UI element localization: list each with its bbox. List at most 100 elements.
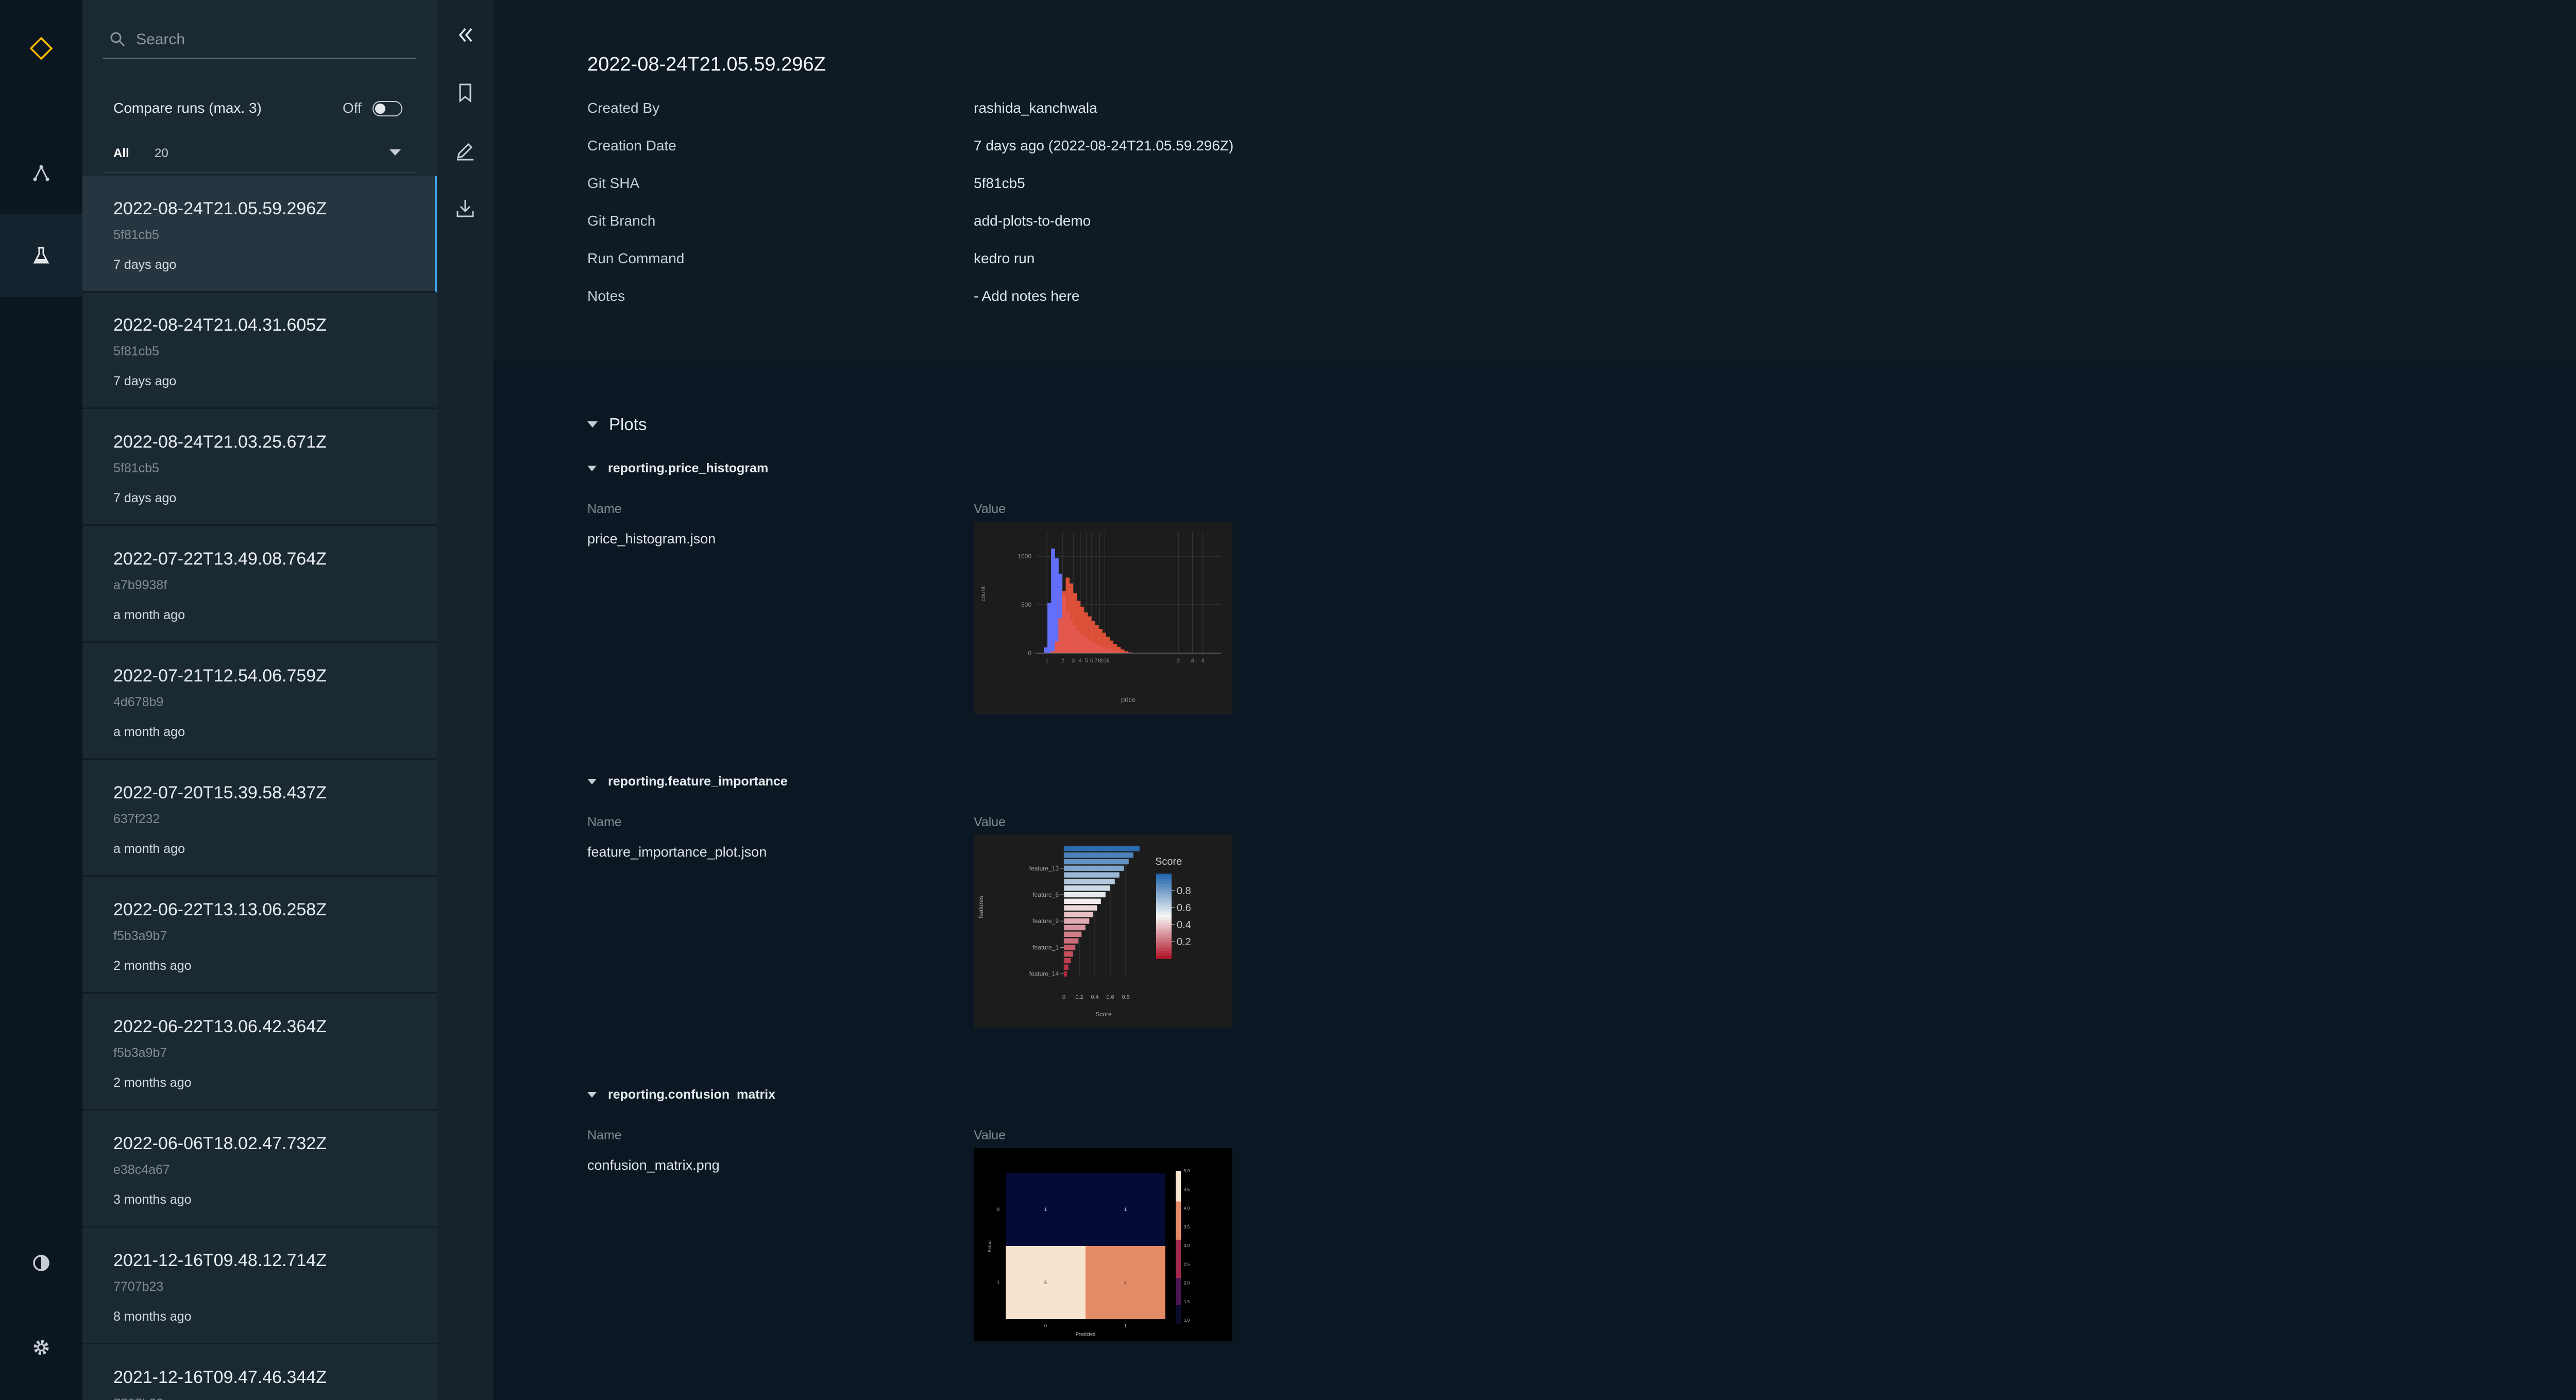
- colorbar-segment: [1176, 1243, 1181, 1248]
- histogram-bar: [1102, 633, 1106, 653]
- price-histogram-plot[interactable]: 0 500 1000 1 2 3 4 5 6 7 8 10k 2 3 4 price count: [974, 522, 1232, 714]
- colorbar-segment: [1176, 1251, 1181, 1256]
- run-sha: 637f232: [113, 812, 160, 826]
- search-icon: [110, 32, 125, 47]
- colorbar-segment: [1176, 1247, 1181, 1252]
- experiment-flask-icon[interactable]: [0, 214, 82, 297]
- kedro-logo-icon[interactable]: [0, 7, 82, 90]
- colorbar-segment: [1156, 899, 1172, 902]
- run-title: 2022-08-24T21.03.25.671Z: [113, 432, 327, 452]
- meta-value: 7 days ago (2022-08-24T21.05.59.296Z): [974, 138, 1234, 153]
- colorbar-segment: [1156, 933, 1172, 936]
- colorbar-segment: [1156, 879, 1172, 882]
- dataset-file-name: feature_importance_plot.json: [587, 844, 767, 860]
- confusion-matrix-image[interactable]: 1 1 5 4 0 1 0 1 Predicted Actual 5.0 4.5 4.0 3.5 3.0 2.…: [974, 1148, 1232, 1341]
- run-details-main: 2022-08-24T21.05.59.296Z Created By rash…: [494, 0, 2576, 1400]
- search-input[interactable]: [135, 26, 405, 54]
- x-tick-label: 0: [1062, 994, 1065, 1000]
- x-tick-label: 0.8: [1122, 994, 1129, 1000]
- x-axis-label: Score: [1095, 1011, 1112, 1018]
- colorbar-segment: [1156, 951, 1172, 954]
- notes-editable[interactable]: - Add notes here: [974, 288, 1079, 304]
- colorbar-tick-label: 0.2: [1177, 936, 1191, 948]
- dataset-title: reporting.confusion_matrix: [608, 1087, 776, 1102]
- bookmark-icon[interactable]: [450, 77, 481, 108]
- meta-name: Git SHA: [587, 175, 640, 191]
- importance-bar: [1063, 872, 1120, 878]
- colorbar-segment: [1156, 897, 1172, 900]
- colorbar-segment: [1156, 902, 1172, 905]
- run-item[interactable]: 2022-08-24T21.04.31.605Z 5f81cb5 7 days …: [82, 293, 437, 409]
- histogram-bar: [1055, 558, 1059, 653]
- value-column-header: Value: [974, 502, 1006, 516]
- theme-contrast-icon[interactable]: [0, 1222, 82, 1304]
- histogram-bar: [1069, 583, 1074, 653]
- run-sha: 7707b23: [113, 1279, 164, 1294]
- chevron-down-icon: [587, 779, 597, 784]
- run-item[interactable]: 2022-07-21T12.54.06.759Z 4d678b9 a month…: [82, 643, 437, 760]
- run-item[interactable]: 2022-06-22T13.06.42.364Z f5b3a9b7 2 mont…: [82, 994, 437, 1111]
- colorbar-segment: [1176, 1171, 1181, 1175]
- histogram-bar: [1116, 646, 1121, 653]
- colorbar-segment: [1156, 892, 1172, 895]
- run-item[interactable]: 2021-12-16T09.47.46.344Z 7707b23: [82, 1345, 437, 1400]
- run-item[interactable]: 2022-06-06T18.02.47.732Z e38c4a67 3 mont…: [82, 1111, 437, 1227]
- run-item[interactable]: 2022-08-24T21.03.25.671Z 5f81cb5 7 days …: [82, 409, 437, 526]
- feature-importance-plot[interactable]: 0 0.2 0.4 0.6 0.8 feature_13 feature_6 feature_…: [974, 835, 1232, 1028]
- edit-pencil-icon[interactable]: [450, 135, 481, 166]
- price-histogram-chart: 050010001 2 3 4 5 6 7 810k 2 3 4pricecount: [979, 532, 1221, 704]
- y-tick-label: feature_9: [1032, 917, 1059, 925]
- importance-bar: [1063, 898, 1101, 904]
- colorbar-segment: [1176, 1217, 1181, 1221]
- run-age: 8 months ago: [113, 1309, 192, 1324]
- run-item[interactable]: 2022-07-20T15.39.58.437Z 637f232 a month…: [82, 760, 437, 877]
- x-tick-label: 1: [1124, 1323, 1127, 1328]
- run-title: 2022-06-06T18.02.47.732Z: [113, 1134, 327, 1153]
- y-tick-label: feature_6: [1032, 891, 1059, 898]
- colorbar-segment: [1176, 1255, 1181, 1259]
- run-item[interactable]: 2022-07-22T13.49.08.764Z a7b9938f a mont…: [82, 526, 437, 643]
- run-title: 2021-12-16T09.47.46.344Z: [113, 1368, 327, 1387]
- collapse-double-chevron-icon[interactable]: [450, 20, 481, 50]
- settings-gear-icon[interactable]: [0, 1306, 82, 1389]
- x-tick-label: 0.4: [1091, 994, 1098, 1000]
- x-axis-label: price: [1121, 696, 1136, 704]
- colorbar-segment: [1176, 1293, 1181, 1297]
- histogram-bar: [1051, 548, 1055, 653]
- colorbar-segment: [1156, 886, 1172, 890]
- run-item[interactable]: 2021-12-16T09.48.12.714Z 7707b23 8 month…: [82, 1228, 437, 1344]
- x-tick-label: 0: [1044, 1323, 1047, 1328]
- y-tick-label: 500: [1021, 601, 1031, 608]
- colorbar-segment: [1176, 1236, 1181, 1240]
- y-tick-label: 0: [1028, 650, 1031, 657]
- colorbar-tick-label: 3.5: [1184, 1225, 1190, 1230]
- colorbar-segment: [1176, 1213, 1181, 1217]
- run-filter-dropdown[interactable]: All 20: [103, 135, 416, 173]
- dataset-title: reporting.price_histogram: [608, 461, 769, 475]
- colorbar-segment: [1176, 1174, 1181, 1179]
- run-title: 2022-07-21T12.54.06.759Z: [113, 666, 327, 686]
- flowchart-icon[interactable]: [0, 132, 82, 214]
- download-icon[interactable]: [450, 193, 481, 224]
- run-item[interactable]: 2022-08-24T21.05.59.296Z 5f81cb5 7 days …: [82, 176, 437, 293]
- colorbar-segment: [1156, 938, 1172, 941]
- x-tick-label: 5: [1085, 658, 1088, 664]
- importance-bar: [1063, 865, 1125, 872]
- run-item[interactable]: 2022-06-22T13.13.06.258Z f5b3a9b7 2 mont…: [82, 877, 437, 994]
- colorbar-segment: [1156, 948, 1172, 951]
- colorbar-segment: [1156, 894, 1172, 897]
- colorbar-segment: [1176, 1228, 1181, 1233]
- colorbar-title: Score: [1155, 856, 1182, 867]
- histogram-bar: [1088, 616, 1092, 653]
- histogram-bar: [1076, 601, 1081, 653]
- chevron-down-icon: [389, 149, 401, 156]
- compare-runs-toggle[interactable]: [372, 101, 402, 116]
- colorbar-segment: [1156, 881, 1172, 884]
- name-column-header: Name: [587, 502, 622, 516]
- colorbar-segment: [1156, 925, 1172, 928]
- colorbar-segment: [1176, 1186, 1181, 1190]
- colorbar-segment: [1176, 1286, 1181, 1290]
- colorbar-segment: [1176, 1209, 1181, 1214]
- run-age: a month ago: [113, 608, 185, 622]
- colorbar-segment: [1156, 917, 1172, 920]
